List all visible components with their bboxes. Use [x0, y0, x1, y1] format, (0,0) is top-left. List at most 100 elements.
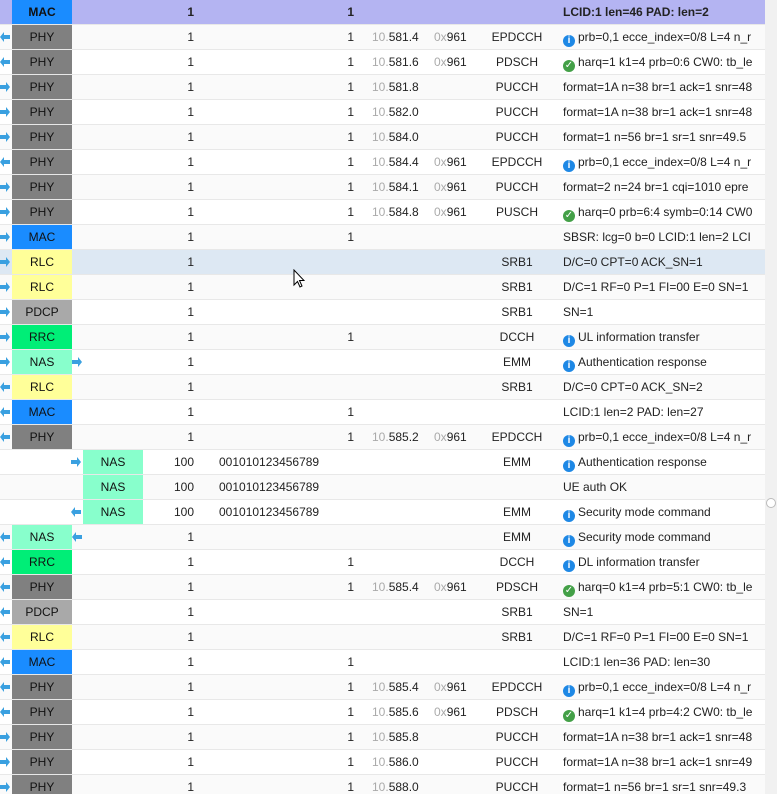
table-row[interactable]: NAS 100 001010123456789 EMM i Security mode c… — [0, 500, 765, 525]
table-row[interactable]: PHY 1 1 10.581.6 0x961 PDSCH ✓ harq=1 k1=4 prb=… — [0, 50, 765, 75]
table-row[interactable]: PHY 1 1 10.584.8 0x961 PUSCH ✓ harq=0 prb=6:4 s… — [0, 200, 765, 225]
imsi-cell: 001010123456789 — [219, 505, 320, 519]
protocol-cell: PHY — [12, 50, 72, 74]
table-row[interactable]: PHY 1 1 10.581.4 0x961 EPDCCH i prb=0,1 ecce_in… — [0, 25, 765, 50]
message-text: format=1A n=38 br=1 ack=1 snr=48 — [563, 730, 753, 744]
imsi-cell: 001010123456789 — [219, 480, 320, 494]
table-row[interactable]: NAS 1 EMM i Authentication response — [0, 350, 765, 375]
direction-arrow-icon — [0, 732, 10, 742]
rnti-cell: 0x961 — [434, 700, 474, 724]
cell-id-cell: 1 — [347, 105, 354, 119]
table-row[interactable]: NAS 1 EMM i Security mode command — [0, 525, 765, 550]
direction-arrow-icon — [0, 182, 10, 192]
table-row[interactable]: PHY 1 1 10.584.4 0x961 EPDCCH i prb=0,1 ecce_in… — [0, 150, 765, 175]
time-cell — [372, 325, 424, 349]
cell-id-cell — [340, 625, 354, 649]
table-row[interactable]: RLC 1 SRB1 D/C=0 CPT=0 ACK_SN=2 — [0, 375, 765, 400]
direction-arrow-icon — [0, 757, 10, 767]
cell-id-cell: 1 — [347, 55, 354, 69]
message-cell: i prb=0,1 ecce_index=0/8 L=4 n_r — [563, 150, 765, 174]
table-row[interactable]: MAC 1 1 LCID:1 len=2 PAD: len=27 — [0, 400, 765, 425]
table-row[interactable]: PDCP 1 SRB1 SN=1 — [0, 300, 765, 325]
direction-arrow-icon — [0, 357, 10, 367]
table-row[interactable]: PHY 1 1 10.582.0 PUCCH format=1A n=38 br=1 ac… — [0, 100, 765, 125]
message-text: prb=0,1 ecce_index=0/8 L=4 n_r — [578, 680, 752, 694]
time-cell — [372, 550, 424, 574]
cell-id-cell: 1 — [347, 180, 354, 194]
table-row[interactable]: PHY 1 1 10.584.1 0x961 PUCCH format=2 n=24 br=… — [0, 175, 765, 200]
info-icon: i — [563, 460, 575, 472]
imsi-cell — [219, 75, 359, 99]
message-cell: format=1A n=38 br=1 ack=1 snr=49 — [563, 750, 765, 774]
imsi-cell — [219, 50, 359, 74]
table-row[interactable]: RRC 1 1 DCCH i DL information transfer — [0, 550, 765, 575]
table-row[interactable]: PHY 1 1 10.585.6 0x961 PDSCH ✓ harq=1 k1=4 prb=… — [0, 700, 765, 725]
table-row[interactable]: PHY 1 1 10.585.2 0x961 EPDCCH i prb=0,1 ecce_in… — [0, 425, 765, 450]
protocol-cell: NAS — [83, 475, 143, 499]
message-text: SN=1 — [563, 605, 594, 619]
protocol-cell: PHY — [12, 750, 72, 774]
protocol-cell: RLC — [12, 275, 72, 299]
protocol-cell: NAS — [12, 525, 72, 549]
table-row[interactable]: PHY 1 1 10.585.4 0x961 EPDCCH i prb=0,1 ecce_in… — [0, 675, 765, 700]
count-cell: 1 — [187, 380, 194, 394]
channel-cell: SRB1 — [501, 305, 533, 319]
channel-cell: EMM — [503, 455, 531, 469]
count-cell: 1 — [187, 730, 194, 744]
direction-arrow-icon — [0, 232, 10, 242]
table-row[interactable]: PHY 1 1 10.585.8 PUCCH format=1A n=38 br=1 ac… — [0, 725, 765, 750]
table-row[interactable]: MAC 1 1 LCID:1 len=36 PAD: len=30 — [0, 650, 765, 675]
channel-cell — [476, 475, 558, 499]
time-cell: 10.584.4 — [372, 150, 424, 174]
time-cell: 10.585.2 — [372, 425, 424, 449]
table-row[interactable]: PHY 1 1 10.584.0 PUCCH format=1 n=56 br=1 sr=… — [0, 125, 765, 150]
channel-cell: EMM — [503, 530, 531, 544]
message-cell: format=1 n=56 br=1 sr=1 snr=49.3 — [563, 775, 765, 794]
message-text: format=2 n=24 br=1 cqi=1010 epre — [563, 180, 749, 194]
message-cell: LCID:1 len=46 PAD: len=2 — [563, 0, 765, 24]
table-row[interactable]: PDCP 1 SRB1 SN=1 — [0, 600, 765, 625]
time-value: 585.6 — [388, 705, 419, 719]
table-row[interactable]: RLC 1 SRB1 D/C=0 CPT=0 ACK_SN=1 — [0, 250, 765, 275]
protocol-cell: MAC — [12, 0, 72, 24]
table-row[interactable]: NAS 100 001010123456789 UE auth OK — [0, 475, 765, 500]
scroll-handle[interactable] — [766, 498, 776, 508]
message-cell: SN=1 — [563, 600, 765, 624]
time-cell: 10.581.8 — [372, 75, 424, 99]
message-text: DL information transfer — [578, 555, 700, 569]
message-cell: format=2 n=24 br=1 cqi=1010 epre — [563, 175, 765, 199]
protocol-cell: PHY — [12, 425, 72, 449]
cell-id-cell — [340, 500, 354, 524]
channel-cell: PDSCH — [495, 580, 538, 594]
message-cell: ✓ harq=0 prb=6:4 symb=0:14 CW0 — [563, 200, 765, 224]
table-row[interactable]: PHY 1 1 10.588.0 PUCCH format=1 n=56 br=1 sr=… — [0, 775, 765, 794]
rnti-cell — [434, 250, 474, 274]
table-row[interactable]: NAS 100 001010123456789 EMM i Authentication … — [0, 450, 765, 475]
table-row[interactable]: MAC 1 1 SBSR: lcg=0 b=0 LCID:1 len=2 LCI — [0, 225, 765, 250]
direction-arrow-icon — [0, 607, 10, 617]
table-row[interactable]: PHY 1 1 10.585.4 0x961 PDSCH ✓ harq=0 k1=4 prb=… — [0, 575, 765, 600]
cell-id-cell: 1 — [347, 680, 354, 694]
time-value: 581.4 — [388, 30, 419, 44]
imsi-cell — [219, 200, 359, 224]
table-row[interactable]: RRC 1 1 DCCH i UL information transfer — [0, 325, 765, 350]
time-cell: 10.582.0 — [372, 100, 424, 124]
vertical-scrollbar[interactable] — [765, 0, 777, 794]
imsi-cell — [219, 525, 359, 549]
time-cell — [372, 475, 424, 499]
table-row[interactable]: PHY 1 1 10.581.8 PUCCH format=1A n=38 br=1 ac… — [0, 75, 765, 100]
message-text: prb=0,1 ecce_index=0/8 L=4 n_r — [578, 30, 752, 44]
info-icon: i — [563, 685, 575, 697]
time-prefix: 10. — [372, 580, 389, 594]
rnti-cell — [434, 300, 474, 324]
table-row[interactable]: MAC 1 1 LCID:1 len=46 PAD: len=2 — [0, 0, 765, 25]
table-row[interactable]: PHY 1 1 10.586.0 PUCCH format=1A n=38 br=1 ac… — [0, 750, 765, 775]
rnti-cell — [434, 500, 474, 524]
time-cell — [372, 600, 424, 624]
direction-arrow-icon — [0, 282, 10, 292]
message-cell: format=1 n=56 br=1 sr=1 snr=49.5 — [563, 125, 765, 149]
table-row[interactable]: RLC 1 SRB1 D/C=1 RF=0 P=1 FI=00 E=0 SN=1 — [0, 275, 765, 300]
message-text: Security mode command — [578, 530, 711, 544]
imsi-cell — [219, 750, 359, 774]
table-row[interactable]: RLC 1 SRB1 D/C=1 RF=0 P=1 FI=00 E=0 SN=1 — [0, 625, 765, 650]
